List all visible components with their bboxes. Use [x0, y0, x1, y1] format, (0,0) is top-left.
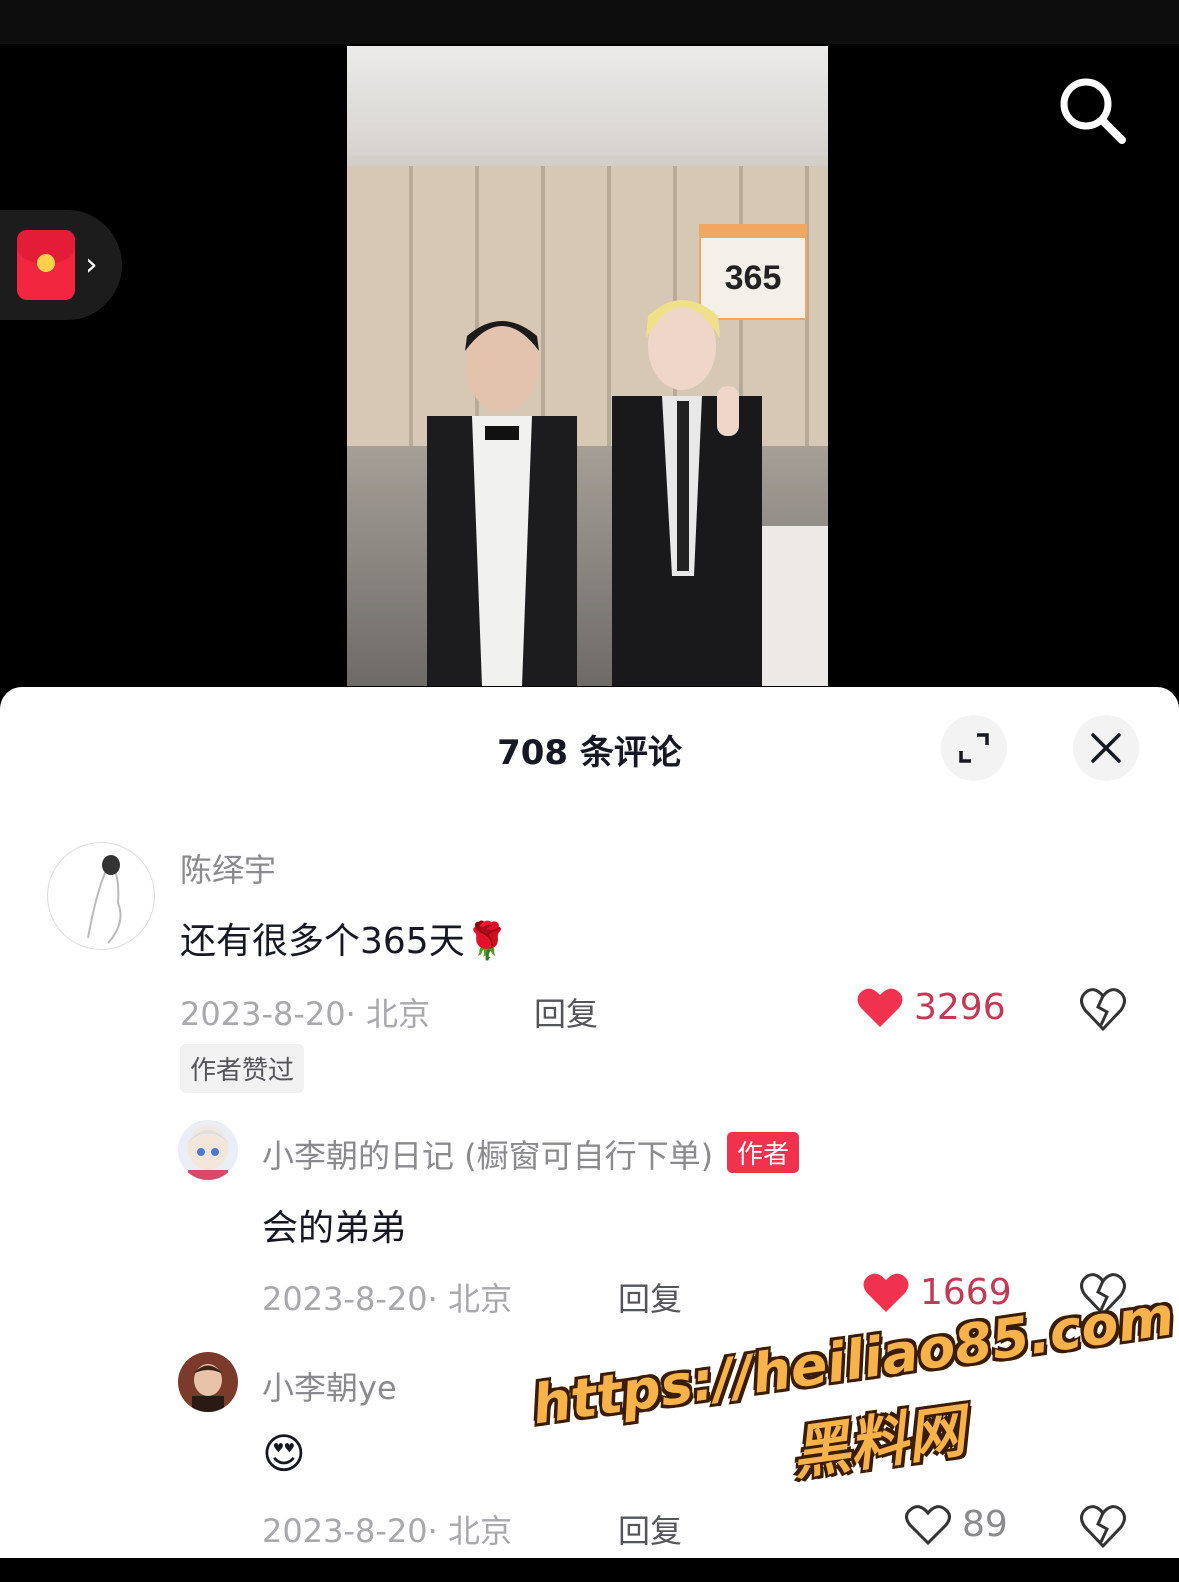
anime-avatar-image — [186, 1126, 230, 1180]
video-frame-photo: 365 — [347, 46, 828, 686]
chevron-right-icon: › — [85, 245, 98, 283]
broken-heart-icon — [1080, 1505, 1126, 1549]
close-icon — [1091, 733, 1121, 763]
comment-text: 还有很多个365天🌹 — [180, 912, 510, 964]
comments-sheet: 708 条评论 陈绎宇 还有很多个365天🌹 2023-8-20· 北京 回复 … — [0, 687, 1179, 1558]
expand-button[interactable] — [941, 715, 1007, 781]
like-count: 1669 — [920, 1271, 1012, 1313]
broken-heart-icon — [1080, 1273, 1126, 1317]
photo-ceiling — [347, 46, 828, 156]
reply-emoji-text: 😍 — [262, 1429, 306, 1478]
red-packet-entry[interactable]: › — [0, 210, 122, 320]
reply-username-text[interactable]: 小李朝的日记 (橱窗可自行下单) — [262, 1137, 713, 1175]
dislike-button[interactable] — [1079, 1270, 1127, 1318]
search-button[interactable] — [1052, 70, 1132, 150]
like-button[interactable]: 1669 — [862, 1270, 1012, 1314]
dislike-button[interactable] — [1079, 985, 1127, 1033]
red-envelope-icon — [17, 230, 75, 300]
like-count: 3296 — [914, 986, 1006, 1028]
person-left-figure — [427, 320, 577, 686]
reply-button[interactable]: 回复 — [618, 1274, 682, 1320]
avatar[interactable] — [178, 1352, 238, 1412]
reply-button[interactable]: 回复 — [618, 1506, 682, 1552]
heart-outline-icon — [905, 1505, 951, 1546]
comment-username[interactable]: 陈绎宇 — [180, 845, 276, 891]
like-count: 89 — [962, 1503, 1008, 1545]
top-status-bar — [0, 0, 1179, 44]
heart-filled-icon — [857, 988, 903, 1027]
reply-date-location: 2023-8-20· 北京 — [262, 1512, 512, 1550]
like-button[interactable]: 89 — [904, 1502, 1008, 1546]
reply-date-location: 2023-8-20· 北京 — [262, 1280, 512, 1318]
sketch-avatar-image — [87, 855, 122, 944]
broken-heart-icon — [1080, 988, 1126, 1032]
reply-username: 小李朝的日记 (橱窗可自行下单) 作者 — [262, 1131, 800, 1177]
reply-text: 会的弟弟 — [262, 1208, 407, 1249]
search-icon — [1060, 78, 1126, 144]
avatar[interactable] — [178, 1120, 238, 1180]
like-button[interactable]: 3296 — [856, 985, 1006, 1029]
author-badge: 作者 — [727, 1132, 800, 1173]
author-liked-tag: 作者赞过 — [180, 1044, 305, 1093]
photo-avatar-image — [192, 1364, 224, 1412]
reply-button[interactable]: 回复 — [534, 989, 598, 1035]
comment-date-location: 2023-8-20· 北京 — [180, 995, 430, 1033]
reply-username[interactable]: 小李朝ye — [262, 1363, 397, 1409]
avatar[interactable] — [47, 842, 155, 950]
expand-icon — [959, 733, 989, 763]
heart-filled-icon — [863, 1273, 909, 1312]
dislike-button[interactable] — [1079, 1502, 1127, 1550]
comment-text-body: 还有很多个365天 — [180, 921, 465, 962]
rose-emoji: 🌹 — [464, 921, 510, 962]
person-right-figure — [612, 300, 762, 686]
close-button[interactable] — [1073, 715, 1139, 781]
